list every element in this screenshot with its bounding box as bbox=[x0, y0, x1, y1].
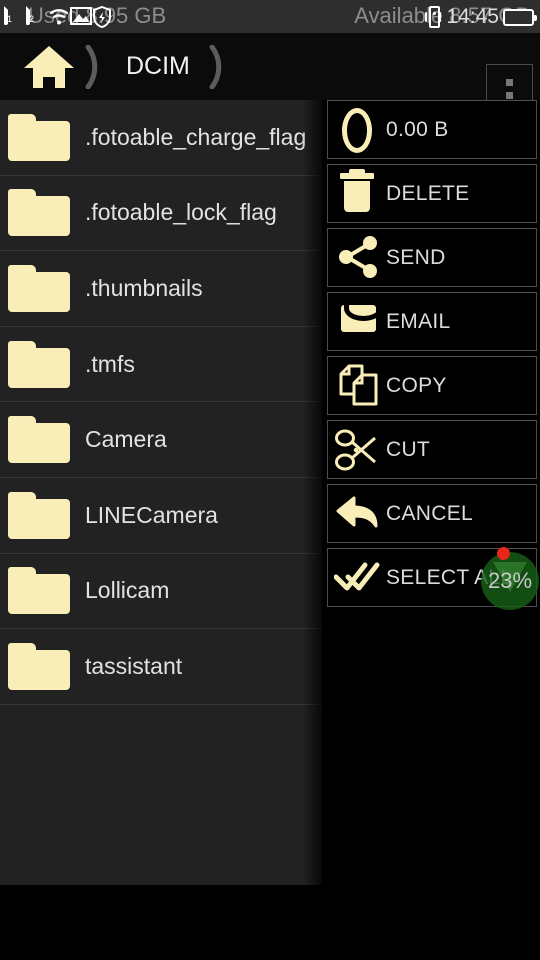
delete-label: DELETE bbox=[386, 181, 470, 205]
file-name: Lollicam bbox=[85, 577, 170, 604]
folder-icon bbox=[8, 567, 70, 615]
list-item[interactable]: .fotoable_charge_flag bbox=[0, 100, 322, 176]
file-list[interactable]: .fotoable_charge_flag .fotoable_lock_fla… bbox=[0, 100, 322, 885]
send-button[interactable]: SEND bbox=[327, 228, 537, 287]
action-panel: 0.00 B DELETE SEND EMAIL COPY CUT CANCEL… bbox=[327, 100, 539, 612]
share-icon bbox=[328, 228, 386, 287]
selection-size-row: 0.00 B bbox=[327, 100, 537, 159]
cut-button[interactable]: CUT bbox=[327, 420, 537, 479]
shield-icon bbox=[92, 5, 111, 29]
list-item[interactable]: Camera bbox=[0, 402, 322, 478]
list-item[interactable]: .thumbnails bbox=[0, 251, 322, 327]
list-item[interactable]: .tmfs bbox=[0, 327, 322, 403]
envelope-icon bbox=[328, 292, 386, 351]
double-check-icon bbox=[328, 548, 386, 607]
app-screen: Used 8.95 GB Available 8.57 GB 1 2 14:45… bbox=[0, 0, 540, 960]
breadcrumb-item-dcim[interactable]: DCIM bbox=[114, 52, 202, 81]
sim1-icon: 1 bbox=[4, 3, 23, 29]
file-name: .tmfs bbox=[85, 350, 135, 377]
status-bar: Used 8.95 GB Available 8.57 GB 1 2 14:45 bbox=[0, 0, 540, 33]
breadcrumb: DCIM bbox=[0, 33, 238, 100]
list-item[interactable]: tassistant bbox=[0, 629, 322, 705]
folder-icon bbox=[8, 340, 70, 388]
folder-icon bbox=[8, 416, 70, 464]
wifi-icon bbox=[48, 6, 69, 29]
list-item[interactable]: Lollicam bbox=[0, 554, 322, 630]
chevron-right-icon bbox=[78, 33, 114, 100]
undo-arrow-icon bbox=[328, 484, 386, 543]
send-label: SEND bbox=[386, 245, 446, 269]
cancel-button[interactable]: CANCEL bbox=[327, 484, 537, 543]
folder-icon bbox=[8, 113, 70, 161]
zero-icon bbox=[328, 100, 386, 159]
copy-label: COPY bbox=[386, 373, 447, 397]
trash-icon bbox=[328, 164, 386, 223]
list-item[interactable]: .fotoable_lock_flag bbox=[0, 176, 322, 252]
copy-button[interactable]: COPY bbox=[327, 356, 537, 415]
status-notification-icons: 1 2 bbox=[4, 3, 111, 30]
cut-label: CUT bbox=[386, 437, 431, 461]
select-all-button[interactable]: SELECT ALL 23% bbox=[327, 547, 539, 610]
status-system-icons: 14:45 bbox=[424, 4, 537, 30]
toolbar: DCIM bbox=[0, 33, 540, 127]
selection-size-label: 0.00 B bbox=[386, 117, 449, 141]
copy-icon bbox=[328, 356, 386, 415]
sim2-icon: 2 bbox=[26, 3, 45, 29]
file-name: tassistant bbox=[85, 652, 183, 679]
folder-icon bbox=[8, 491, 70, 539]
notification-dot bbox=[497, 547, 510, 560]
folder-icon bbox=[8, 189, 70, 237]
clock-text: 14:45 bbox=[446, 5, 499, 28]
email-label: EMAIL bbox=[386, 309, 451, 333]
scissors-icon bbox=[328, 420, 386, 479]
file-name: .thumbnails bbox=[85, 274, 203, 301]
image-icon bbox=[70, 6, 92, 29]
folder-icon bbox=[8, 642, 70, 690]
delete-button[interactable]: DELETE bbox=[327, 164, 537, 223]
file-name: Camera bbox=[85, 426, 167, 453]
file-name: LINECamera bbox=[85, 501, 218, 528]
email-button[interactable]: EMAIL bbox=[327, 292, 537, 351]
list-item[interactable]: LINECamera bbox=[0, 478, 322, 554]
vibrate-icon bbox=[424, 6, 442, 28]
chevron-right-icon-2 bbox=[202, 33, 238, 100]
file-name: .fotoable_charge_flag bbox=[85, 123, 307, 150]
cancel-label: CANCEL bbox=[386, 501, 473, 525]
select-all-label: SELECT ALL bbox=[386, 565, 513, 589]
folder-icon bbox=[8, 264, 70, 312]
battery-icon bbox=[503, 8, 537, 26]
home-icon[interactable] bbox=[20, 33, 78, 100]
file-name: .fotoable_lock_flag bbox=[85, 199, 277, 226]
